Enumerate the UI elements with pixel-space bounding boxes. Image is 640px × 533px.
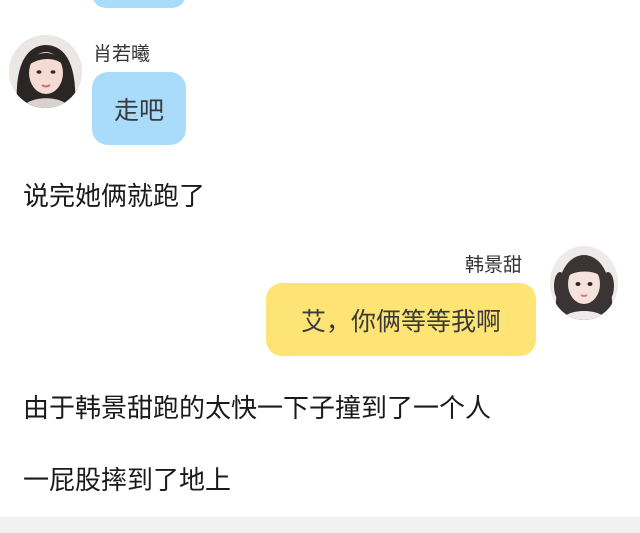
narration-text: 说完她俩就跑了 xyxy=(23,182,206,212)
sender-name: 肖若曦 xyxy=(93,43,151,65)
narration-text: 由于韩景甜跑的太快一下子撞到了一个人 xyxy=(23,394,492,424)
avatar-xiao-ruoxi[interactable] xyxy=(9,35,82,108)
girl-portrait-icon xyxy=(9,35,82,108)
message-bubble[interactable]: 艾，你俩等等我啊 xyxy=(266,283,536,356)
chat-story-view: 肖若曦 走吧 说完她俩就跑了 韩景甜 艾，你俩等等我啊 由于韩景甜跑的太快一下子… xyxy=(0,0,640,533)
previous-message-bubble xyxy=(92,0,186,8)
bottom-bar xyxy=(0,517,640,533)
avatar-han-jingtian[interactable] xyxy=(550,246,618,320)
message-bubble[interactable]: 走吧 xyxy=(92,72,186,145)
girl-portrait-icon xyxy=(550,246,618,320)
sender-name: 韩景甜 xyxy=(465,254,523,276)
narration-text: 一屁股摔到了地上 xyxy=(23,466,232,496)
